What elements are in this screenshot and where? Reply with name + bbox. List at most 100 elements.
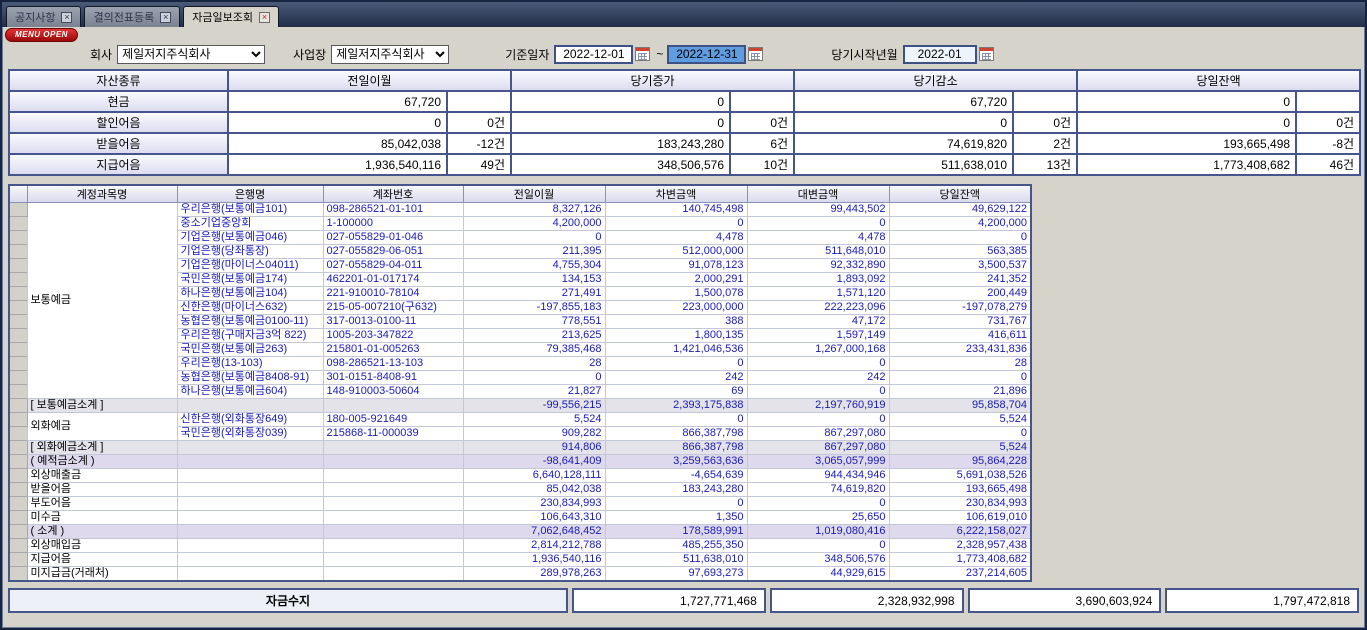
subtotal-row[interactable]: [ 보통예금소계 ]-99,556,2152,393,175,8382,197,… xyxy=(9,399,1031,413)
calendar-icon[interactable] xyxy=(635,47,650,61)
account-label-cell: 외상매출금 xyxy=(27,469,177,483)
simple-row[interactable]: 지급어음1,936,540,116511,638,010348,506,5761… xyxy=(9,553,1031,567)
carryover-cell: 85,042,038 xyxy=(463,483,605,497)
row-indicator xyxy=(9,259,27,273)
count-cell: 2건 xyxy=(1013,133,1077,154)
summary-header-row: 자산종류전일이월당기증가당기감소당일잔액 xyxy=(9,70,1360,91)
bank-name-cell xyxy=(177,525,323,539)
count-cell xyxy=(447,91,511,112)
account-no-cell xyxy=(323,399,463,413)
tab-close-icon[interactable]: × xyxy=(259,12,270,23)
simple-row[interactable]: 미수금106,643,3101,35025,650106,619,010 xyxy=(9,511,1031,525)
calendar-icon[interactable] xyxy=(979,47,994,61)
tab-label: 자금일보조회 xyxy=(192,9,253,25)
carryover-cell: 21,827 xyxy=(463,385,605,399)
amount-cell: 1,936,540,116 xyxy=(228,154,447,175)
debit-cell: 511,638,010 xyxy=(605,553,747,567)
simple-row[interactable]: 미지급금(거래처)289,978,26397,693,27344,929,615… xyxy=(9,567,1031,582)
base-date-to-input[interactable] xyxy=(667,45,746,64)
carryover-cell: 909,282 xyxy=(463,427,605,441)
account-no-cell: 221-910010-78104 xyxy=(323,287,463,301)
row-indicator xyxy=(9,539,27,553)
account-label-cell: 받을어음 xyxy=(27,483,177,497)
tab-1[interactable]: 공지사항× xyxy=(6,6,81,27)
tab-2[interactable]: 결의전표등록× xyxy=(84,6,180,27)
summary-row: 할인어음00건00건00건00건 xyxy=(9,112,1360,133)
balance-cell: 5,524 xyxy=(889,441,1031,455)
credit-cell: 44,929,615 xyxy=(747,567,889,582)
credit-cell: 511,648,010 xyxy=(747,245,889,259)
account-label-cell: 지급어음 xyxy=(27,553,177,567)
balance-cell: 106,619,010 xyxy=(889,511,1031,525)
balance-cell: 95,864,228 xyxy=(889,455,1031,469)
detail-row[interactable]: 외화예금신한은행(외화통장649)180-005-9216495,524005,… xyxy=(9,413,1031,427)
carryover-cell: -98,641,409 xyxy=(463,455,605,469)
balance-cell: 416,611 xyxy=(889,329,1031,343)
carryover-cell: 289,978,263 xyxy=(463,567,605,582)
menu-open-button[interactable]: MENU OPEN xyxy=(5,28,78,42)
balance-cell: 563,385 xyxy=(889,245,1031,259)
credit-cell: 25,650 xyxy=(747,511,889,525)
simple-row[interactable]: 받을어음85,042,038183,243,28074,619,820193,6… xyxy=(9,483,1031,497)
amount-cell: 193,665,498 xyxy=(1077,133,1296,154)
calendar-icon[interactable] xyxy=(748,47,763,61)
credit-cell: 1,893,092 xyxy=(747,273,889,287)
bank-name-cell: 하나은행(보통예금104) xyxy=(177,287,323,301)
balance-cell: 200,449 xyxy=(889,287,1031,301)
filter-bar: 회사 제일저지주식회사 사업장 제일저지주식회사 기준일자 ~ 당기시작년월 xyxy=(2,41,1365,67)
simple-row[interactable]: 외상매출금6,640,128,111-4,654,639944,434,9465… xyxy=(9,469,1031,483)
debit-cell: 1,421,046,536 xyxy=(605,343,747,357)
carryover-cell: 7,062,648,452 xyxy=(463,525,605,539)
account-no-cell: 180-005-921649 xyxy=(323,413,463,427)
asset-type-cell: 할인어음 xyxy=(9,112,228,133)
debit-cell: 1,800,135 xyxy=(605,329,747,343)
row-indicator xyxy=(9,329,27,343)
credit-cell: 242 xyxy=(747,371,889,385)
detail-row[interactable]: 보통예금우리은행(보통예금101)098-286521-01-1018,327,… xyxy=(9,203,1031,217)
row-indicator xyxy=(9,315,27,329)
total-row[interactable]: ( 소계 )7,062,648,452178,589,9911,019,080,… xyxy=(9,525,1031,539)
count-cell: 46건 xyxy=(1296,154,1360,175)
bank-name-cell: 국민은행(보통예금174) xyxy=(177,273,323,287)
tab-close-icon[interactable]: × xyxy=(61,12,72,23)
tab-close-icon[interactable]: × xyxy=(160,12,171,23)
debit-cell: 866,387,798 xyxy=(605,427,747,441)
row-indicator xyxy=(9,273,27,287)
balance-cell: 49,629,122 xyxy=(889,203,1031,217)
row-indicator xyxy=(9,525,27,539)
credit-cell: 0 xyxy=(747,413,889,427)
credit-cell: 222,223,096 xyxy=(747,301,889,315)
bank-name-cell: 농협은행(보통예금8408-91) xyxy=(177,371,323,385)
credit-cell: 0 xyxy=(747,539,889,553)
total-row[interactable]: ( 예적금소계 )-98,641,4093,259,563,6363,065,0… xyxy=(9,455,1031,469)
balance-cell: 5,524 xyxy=(889,413,1031,427)
count-cell: -12건 xyxy=(447,133,511,154)
carryover-cell: 271,491 xyxy=(463,287,605,301)
tab-3[interactable]: 자금일보조회 × xyxy=(183,6,279,27)
site-select[interactable]: 제일저지주식회사 xyxy=(331,45,449,64)
date-range-separator: ~ xyxy=(656,47,663,61)
balance-cell: 28 xyxy=(889,357,1031,371)
amount-cell: 67,720 xyxy=(228,91,447,112)
debit-cell: 2,000,291 xyxy=(605,273,747,287)
company-select[interactable]: 제일저지주식회사 xyxy=(117,45,265,64)
count-cell xyxy=(730,91,794,112)
balance-cell: 1,773,408,682 xyxy=(889,553,1031,567)
row-indicator xyxy=(9,287,27,301)
period-start-input[interactable] xyxy=(903,45,977,64)
account-no-cell xyxy=(323,525,463,539)
subtotal-row[interactable]: [ 외화예금소계 ]914,806866,387,798867,297,0805… xyxy=(9,441,1031,455)
bank-name-cell xyxy=(177,483,323,497)
balance-cell: 3,500,537 xyxy=(889,259,1031,273)
debit-cell: 183,243,280 xyxy=(605,483,747,497)
asset-type-cell: 지급어음 xyxy=(9,154,228,175)
credit-cell: 944,434,946 xyxy=(747,469,889,483)
count-cell xyxy=(1013,91,1077,112)
simple-row[interactable]: 부도어음230,834,99300230,834,993 xyxy=(9,497,1031,511)
carryover-cell: 79,385,468 xyxy=(463,343,605,357)
bank-name-cell xyxy=(177,455,323,469)
base-date-from-input[interactable] xyxy=(554,45,633,64)
carryover-cell: 1,936,540,116 xyxy=(463,553,605,567)
carryover-cell: -99,556,215 xyxy=(463,399,605,413)
simple-row[interactable]: 외상매입금2,814,212,788485,255,35002,328,957,… xyxy=(9,539,1031,553)
